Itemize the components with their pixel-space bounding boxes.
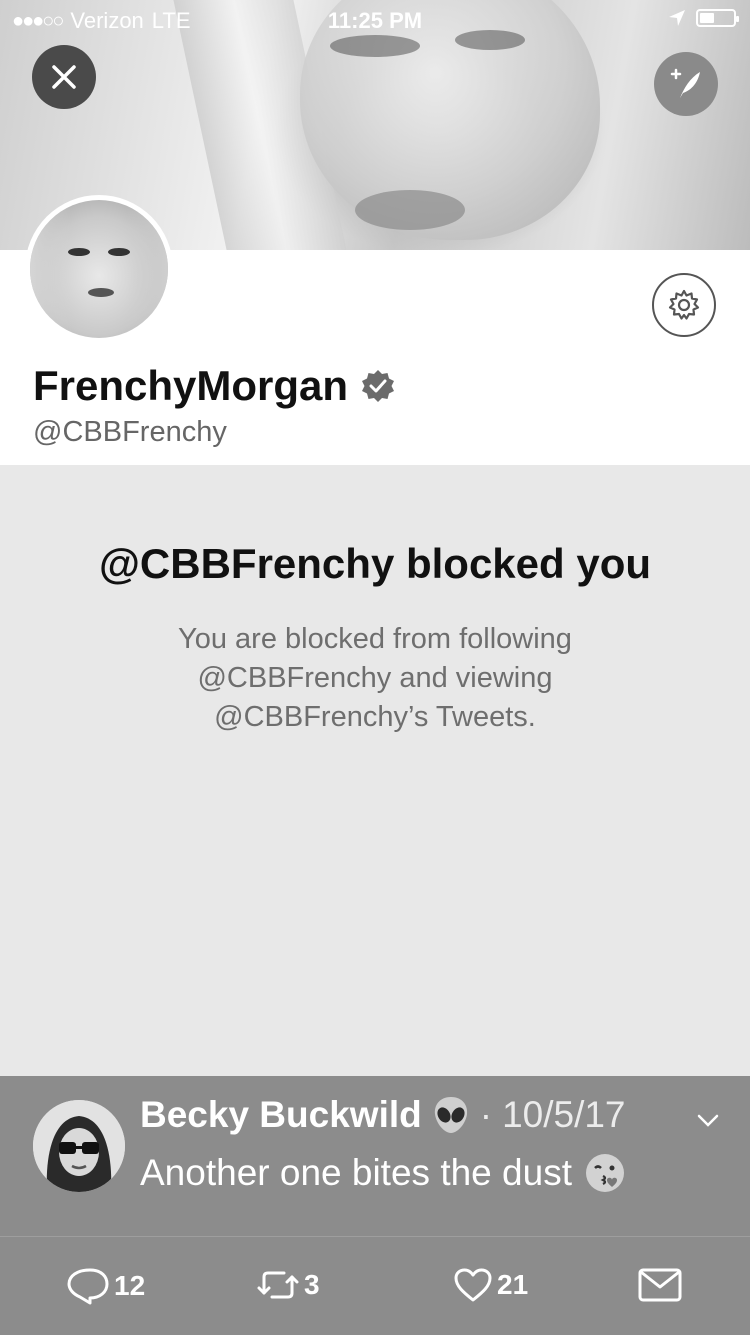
tweet-card[interactable]: Becky Buckwild · 10/5/17 Another one bit…	[0, 1076, 750, 1236]
tweet-header: Becky Buckwild · 10/5/17	[140, 1094, 626, 1136]
profile-name-row: FrenchyMorgan	[33, 362, 396, 410]
reply-button[interactable]: 12	[66, 1267, 145, 1305]
alien-emoji-icon	[434, 1097, 467, 1133]
blocked-line: You are blocked from following	[178, 623, 572, 655]
blocked-description: You are blocked from following @CBBFrenc…	[125, 620, 625, 737]
blocked-line: @CBBFrenchy and viewing	[197, 662, 553, 694]
profile-handle: @CBBFrenchy	[33, 416, 227, 448]
retweet-button[interactable]: 3	[256, 1267, 320, 1303]
author-bitmoji-image	[33, 1100, 125, 1192]
close-button[interactable]	[32, 45, 96, 109]
like-button[interactable]: 21	[453, 1267, 528, 1303]
avatar-image	[30, 200, 168, 338]
gear-icon	[668, 289, 700, 320]
compose-icon	[670, 68, 700, 98]
tweet-menu-button[interactable]	[694, 1106, 722, 1139]
reply-icon	[67, 1268, 109, 1305]
avatar-hair-shape	[30, 200, 168, 338]
settings-button[interactable]	[652, 273, 716, 337]
tweet-date: 10/5/17	[502, 1094, 626, 1135]
kiss-emoji-icon	[585, 1154, 624, 1192]
battery-icon	[696, 9, 739, 27]
status-bar: ●●●○○ Verizon LTE 11:25 PM	[0, 0, 750, 40]
compose-tweet-button[interactable]	[654, 52, 718, 116]
tweet-author-name[interactable]: Becky Buckwild	[140, 1094, 422, 1136]
status-time: 11:25 PM	[327, 8, 423, 33]
tweet-text: Another one bites the dust	[140, 1152, 572, 1193]
tweet-author-avatar[interactable]	[33, 1100, 125, 1192]
avatar-eye-shape	[108, 248, 130, 256]
tweet-actions-bar: 12 3 21	[0, 1236, 750, 1335]
tweet-text-row: Another one bites the dust	[140, 1152, 626, 1194]
blocked-title: @CBBFrenchy blocked you	[98, 540, 652, 587]
like-icon	[454, 1268, 492, 1302]
close-icon	[52, 65, 76, 89]
tweet-separator: ·	[479, 1094, 493, 1135]
like-count: 21	[497, 1269, 529, 1300]
display-name: FrenchyMorgan	[33, 362, 349, 409]
chevron-down-icon	[697, 1114, 719, 1127]
reply-count: 12	[114, 1270, 146, 1301]
direct-message-button[interactable]	[637, 1267, 683, 1303]
avatar-eye-shape	[68, 248, 90, 256]
avatar-lips-shape	[88, 288, 114, 297]
profile-avatar[interactable]	[25, 195, 173, 343]
retweet-icon	[257, 1271, 299, 1299]
status-right	[668, 9, 739, 27]
verified-icon	[362, 370, 395, 402]
message-icon	[638, 1268, 682, 1302]
header-lips-shape	[355, 190, 465, 230]
retweet-count: 3	[304, 1269, 320, 1300]
blocked-line: @CBBFrenchy’s Tweets.	[214, 701, 536, 733]
location-arrow-icon	[669, 10, 685, 26]
